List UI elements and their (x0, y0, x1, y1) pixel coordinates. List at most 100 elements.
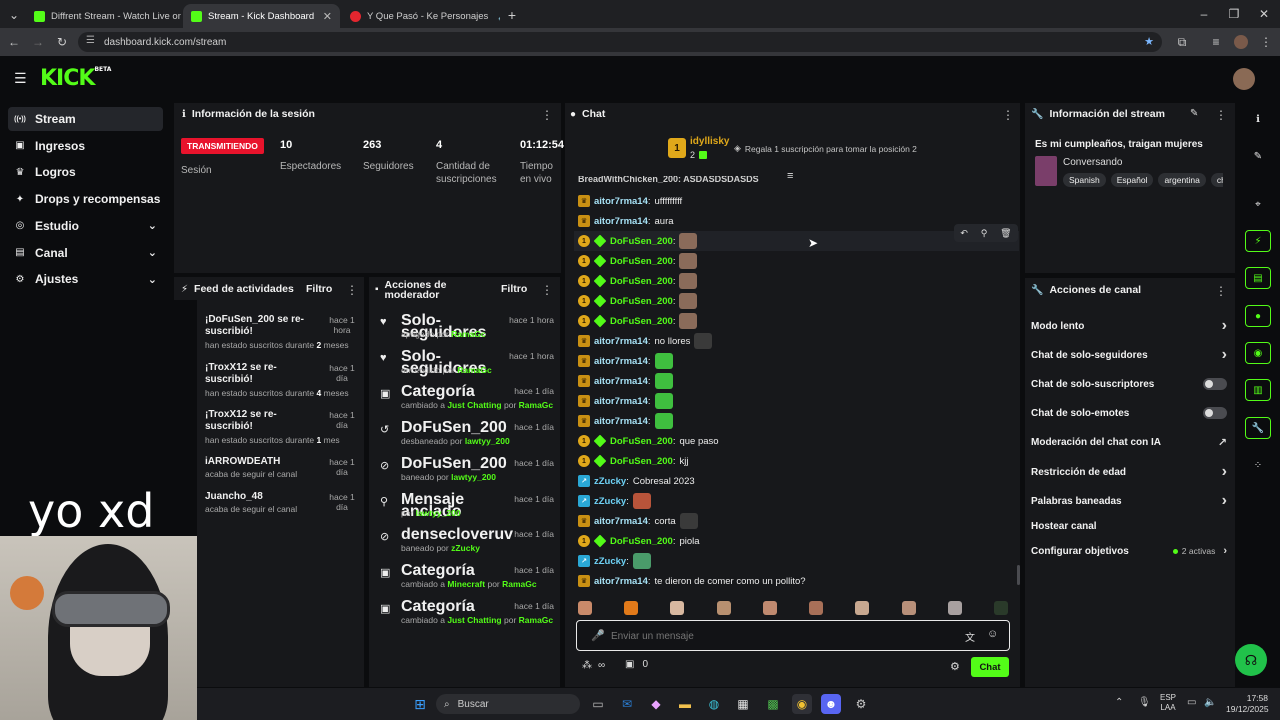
quick-actions-icon[interactable]: ⚡ (1245, 230, 1271, 252)
calculator-icon[interactable]: ▦ (733, 694, 753, 714)
microphone-icon[interactable]: 🎤 (591, 629, 605, 642)
chat-username[interactable]: DoFuSen_200 (610, 316, 673, 327)
mod-menu-icon[interactable]: ⋮ (541, 283, 553, 297)
chat-username[interactable]: aitor7rma14 (594, 196, 648, 207)
chat-message[interactable]: ♛ aitor7rma14: (578, 352, 673, 370)
task-view-icon[interactable]: ▭ (588, 694, 608, 714)
volume-icon[interactable]: 🔈 (1204, 697, 1216, 708)
sidebar-item-1[interactable]: ▣ Ingresos (8, 134, 163, 158)
channel-action-8[interactable]: Configurar objetivos 2 activas › (1031, 541, 1227, 561)
gift-prompt[interactable]: ◈ Regala 1 suscripción para tomar la pos… (734, 143, 917, 154)
reading-list-icon[interactable]: ≡ (1208, 35, 1224, 49)
detail-highlight[interactable]: RamaGc (519, 615, 554, 625)
sidebar-item-5[interactable]: ▤ Canal ⌄ (8, 241, 163, 265)
chat-message[interactable]: ♛ aitor7rma14: no llores (578, 332, 713, 350)
emote-option[interactable] (670, 601, 685, 615)
chat-username[interactable]: DoFuSen_200 (610, 456, 673, 467)
chat-message[interactable]: ↗ zZucky: Cobresal 2023 (578, 472, 695, 490)
channel-action-7[interactable]: Hostear canal (1031, 516, 1227, 536)
forward-icon[interactable]: → (30, 35, 46, 49)
send-chat-button[interactable]: Chat (971, 657, 1009, 677)
file-explorer-icon[interactable]: ▬ (675, 694, 695, 714)
back-icon[interactable]: ← (6, 35, 22, 49)
stream-info-menu-icon[interactable]: ⋮ (1215, 108, 1227, 122)
chat-message[interactable]: ♛ aitor7rma14: aura (578, 212, 674, 230)
browser-menu-icon[interactable]: ⋮ (1258, 35, 1274, 49)
broadcast-icon[interactable]: ◉ (1245, 342, 1271, 364)
channel-action-5[interactable]: Restricción de edad › (1031, 462, 1227, 482)
mod-filter-button[interactable]: Filtro (501, 283, 527, 295)
chat-username[interactable]: zZucky (594, 476, 626, 487)
chat-username[interactable]: zZucky (594, 556, 626, 567)
emote-option[interactable] (901, 601, 916, 615)
pin-icon[interactable]: ⚲ (981, 228, 988, 239)
clock[interactable]: 17:58 19/12/2025 (1226, 693, 1269, 715)
tools-icon[interactable]: 🔧 (1245, 417, 1271, 439)
browser-tab-1[interactable]: Diffrent Stream - Watch Live on ✕ (26, 4, 181, 28)
chat-username[interactable]: DoFuSen_200 (610, 296, 673, 307)
chat-message[interactable]: ♛ aitor7rma14: (578, 392, 673, 410)
browser-tab-3[interactable]: Y Que Pasó - Ke Personajes 🔊 ✕ (342, 4, 500, 28)
chat-panel-icon[interactable]: ● (1245, 305, 1271, 327)
new-tab-icon[interactable]: + (504, 7, 520, 23)
audio-icon[interactable]: 🔊 (498, 11, 500, 22)
detail-highlight[interactable]: RamaGc (451, 329, 486, 339)
reload-icon[interactable]: ↻ (54, 35, 70, 49)
chat-message[interactable]: ♛ aitor7rma14: ufffffffff (578, 192, 682, 210)
close-window-icon[interactable]: ✕ (1256, 7, 1272, 21)
store-app-icon[interactable]: ◆ (646, 694, 666, 714)
pen-icon[interactable]: ✎ (1245, 145, 1271, 167)
network-icon[interactable]: ▭ (1187, 697, 1196, 708)
channel-action-1[interactable]: Chat de solo-seguidores › (1031, 345, 1227, 365)
gift-box-icon[interactable]: ▣ (625, 659, 634, 670)
detail-highlight[interactable]: Just Chatting (447, 400, 501, 410)
maximize-icon[interactable]: ❐ (1226, 7, 1242, 21)
detail-highlight[interactable]: Just Chatting (447, 615, 501, 625)
chat-message[interactable]: 1 DoFuSen_200: (578, 292, 698, 310)
sidebar-item-6[interactable]: ⚙ Ajustes ⌄ (8, 267, 163, 291)
points-icon[interactable]: ⁂ (582, 660, 592, 671)
chat-username[interactable]: zZucky (594, 496, 626, 507)
chat-username[interactable]: aitor7rma14 (594, 336, 648, 347)
chat-message[interactable]: ♛ aitor7rma14: te dieron de comer como un … (578, 572, 806, 590)
session-icon[interactable]: ▤ (1245, 267, 1271, 289)
extensions-icon[interactable]: ⧉ (1174, 35, 1190, 50)
chat-username[interactable]: DoFuSen_200 (610, 236, 673, 247)
chat-input[interactable] (611, 628, 941, 644)
delete-icon[interactable]: 🗑 (1000, 228, 1011, 239)
language-indicator[interactable]: ESP LAA (1160, 693, 1176, 713)
emote-option[interactable] (578, 601, 592, 615)
chat-message[interactable]: 1 DoFuSen_200: (578, 232, 698, 250)
emote-option[interactable] (993, 601, 1008, 615)
chat-username[interactable]: aitor7rma14 (594, 516, 648, 527)
chat-username[interactable]: aitor7rma14 (594, 216, 648, 227)
chat-username[interactable]: aitor7rma14 (594, 356, 648, 367)
chat-username[interactable]: DoFuSen_200 (610, 276, 673, 287)
taskbar-search[interactable]: ⌕ Buscar (436, 694, 580, 714)
support-headset-icon[interactable]: ☊ (1235, 644, 1267, 676)
edit-icon[interactable]: ✎ (1190, 108, 1198, 119)
chat-menu-icon[interactable]: ⋮ (1002, 108, 1014, 122)
tab-search-icon[interactable]: ⌄ (6, 8, 22, 22)
user-avatar[interactable] (1233, 68, 1255, 90)
address-bar[interactable]: ☰ dashboard.kick.com/stream ★ (78, 32, 1162, 52)
chat-username[interactable]: aitor7rma14 (594, 396, 648, 407)
more-apps-icon[interactable]: ⁘ (1245, 454, 1271, 476)
site-info-icon[interactable]: ☰ (86, 35, 95, 46)
focus-icon[interactable]: ⌖ (1245, 193, 1271, 215)
channel-actions-menu-icon[interactable]: ⋮ (1215, 284, 1227, 298)
emote-option[interactable] (809, 601, 824, 615)
detail-highlight[interactable]: lawtyy_200 (451, 472, 496, 482)
chat-message[interactable]: 1 DoFuSen_200: kjj (578, 452, 688, 470)
chat-username[interactable]: DoFuSen_200 (610, 536, 673, 547)
chat-username[interactable]: DoFuSen_200 (610, 256, 673, 267)
emote-option[interactable] (716, 601, 731, 615)
sidebar-item-3[interactable]: ✦ Drops y recompensas (8, 187, 163, 211)
emote-option[interactable] (855, 601, 870, 615)
emoji-icon[interactable]: ☺ (987, 628, 998, 640)
browser-tab-2[interactable]: Stream - Kick Dashboard ✕ (183, 4, 340, 28)
discord-icon[interactable]: ☻ (821, 694, 841, 714)
toggle-switch[interactable] (1203, 378, 1227, 390)
info-icon[interactable]: ℹ (1245, 108, 1271, 130)
emote-option[interactable] (762, 601, 777, 615)
